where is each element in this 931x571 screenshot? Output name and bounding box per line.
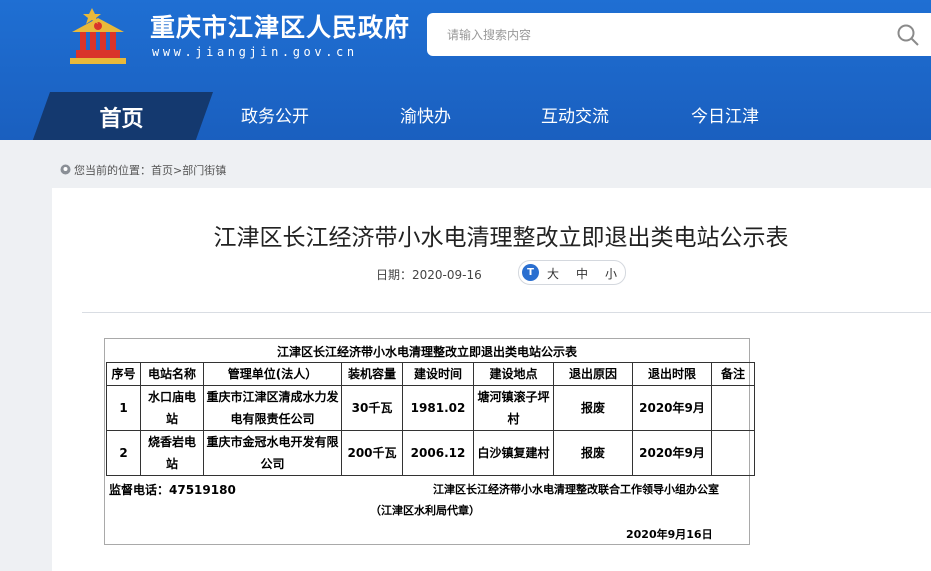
font-size-medium-button[interactable]: 中 [576,265,588,282]
office-seal-note: （江津区水利局代章） [370,504,480,517]
cell-built: 1981.02 [402,385,474,431]
cell-unit: 重庆市江津区清成水力发电有限责任公司 [203,385,342,431]
table-row: 2 烧香岩电站 重庆市金冠水电开发有限公司 200千瓦 2006.12 白沙镇复… [106,430,755,476]
article-date: 日期：2020-09-16 [376,266,482,283]
breadcrumb: 您当前的位置：首页>部门街镇 [60,162,226,178]
cell-remark [711,385,755,431]
table-header-cell: 退出时限 [632,362,712,386]
cell-deadline: 2020年9月 [632,430,712,476]
table-header-cell: 电站名称 [140,362,204,386]
breadcrumb-link-home[interactable]: 首页 [151,164,173,177]
cell-no: 2 [106,430,141,476]
cell-no: 1 [106,385,141,431]
breadcrumb-link-departments[interactable]: 部门街镇 [182,164,226,177]
table-header-cell: 管理单位(法人） [203,362,342,386]
nav-item-yukuaiban[interactable]: 渝快办 [400,102,451,127]
search-input[interactable] [445,24,879,46]
table-header-cell: 备注 [711,362,755,386]
font-size-small-button[interactable]: 小 [605,265,617,282]
content-divider [82,312,931,313]
table-header-cell: 装机容量 [341,362,403,386]
table-header-cell: 序号 [106,362,141,386]
breadcrumb-separator: > [173,164,183,177]
date-label: 日期： [376,268,413,282]
date-value: 2020-09-16 [412,268,482,282]
site-domain: www.jiangjin.gov.cn [152,45,358,59]
cell-location: 塘河镇滚子坪村 [473,385,554,431]
notice-table: 序号 电站名称 管理单位(法人） 装机容量 建设时间 建设地点 退出原因 退出时… [106,362,755,476]
cell-remark [711,430,755,476]
cell-location: 白沙镇复建村 [473,430,554,476]
nav-home[interactable]: 首页 [30,92,213,140]
location-pin-icon [60,164,71,175]
cell-capacity: 200千瓦 [341,430,403,476]
table-header-row: 序号 电站名称 管理单位(法人） 装机容量 建设时间 建设地点 退出原因 退出时… [106,362,755,386]
nav-item-today-jiangjin[interactable]: 今日江津 [691,102,759,127]
cell-unit: 重庆市金冠水电开发有限公司 [203,430,342,476]
font-size-switcher: T 大 中 小 [518,260,626,285]
supervision-phone: 监督电话：47519180 [109,483,236,497]
site-title: 重庆市江津区人民政府 [150,13,411,42]
cell-deadline: 2020年9月 [632,385,712,431]
breadcrumb-prefix: 您当前的位置： [74,164,151,177]
cell-reason: 报废 [553,385,633,431]
cell-name: 烧香岩电站 [140,430,204,476]
font-size-icon: T [522,264,539,281]
table-row: 1 水口庙电站 重庆市江津区清成水力发电有限责任公司 30千瓦 1981.02 … [106,385,755,431]
cell-capacity: 30千瓦 [341,385,403,431]
cell-built: 2006.12 [402,430,474,476]
site-header: 重庆市江津区人民政府 www.jiangjin.gov.cn 首页 政务公开 渝… [0,0,931,140]
sign-date: 2020年9月16日 [626,528,713,541]
cell-name: 水口庙电站 [140,385,204,431]
table-header-cell: 建设地点 [473,362,554,386]
nav-item-public-affairs[interactable]: 政务公开 [241,102,309,127]
table-header-cell: 退出原因 [553,362,633,386]
search-box [427,13,931,56]
table-header-cell: 建设时间 [402,362,474,386]
search-icon[interactable] [895,22,921,48]
notice-table-title: 江津区长江经济带小水电清理整改立即退出类电站公示表 [276,345,577,359]
article-title: 江津区长江经济带小水电清理整改立即退出类电站公示表 [213,225,789,251]
government-emblem-logo[interactable] [62,6,132,68]
cell-reason: 报废 [553,430,633,476]
font-size-large-button[interactable]: 大 [547,265,559,282]
nav-item-interaction[interactable]: 互动交流 [541,102,609,127]
issuing-office: 江津区长江经济带小水电清理整改联合工作领导小组办公室 [433,483,719,496]
